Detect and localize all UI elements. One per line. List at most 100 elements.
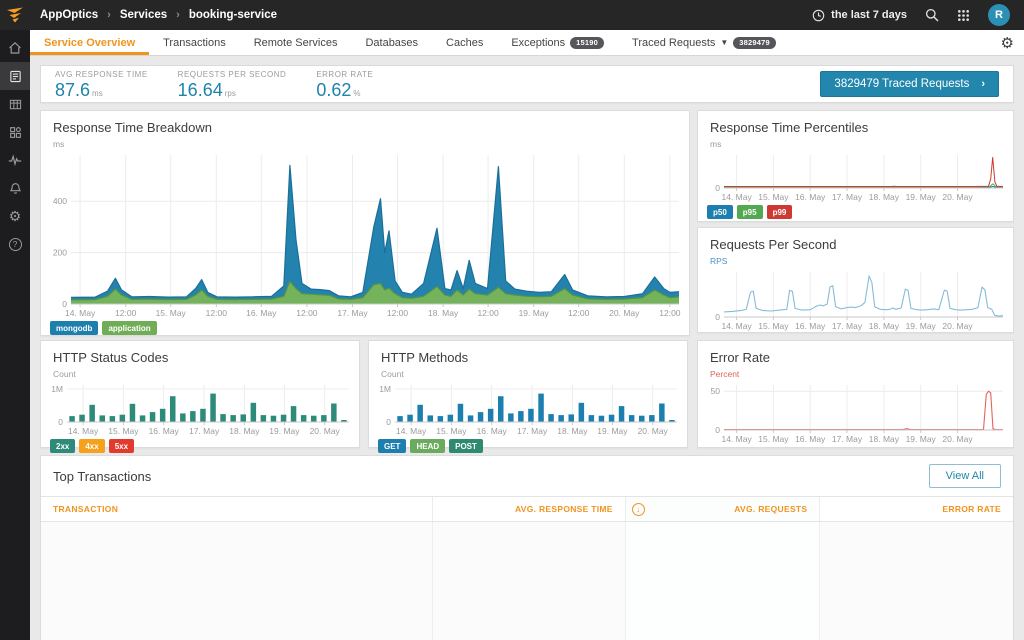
- chart-legend: mongodb application: [41, 318, 689, 338]
- home-icon: [8, 41, 22, 55]
- y-axis-unit-label: Count: [369, 365, 687, 379]
- svg-text:17. May: 17. May: [189, 426, 220, 436]
- tab-service-overview[interactable]: Service Overview: [30, 30, 149, 55]
- legend-badge-4xx[interactable]: 4xx: [79, 439, 104, 453]
- tab-label: Caches: [446, 37, 483, 49]
- legend-badge-p95[interactable]: p95: [737, 205, 763, 219]
- svg-text:12:00: 12:00: [115, 308, 137, 318]
- chevron-right-icon: ›: [981, 78, 985, 90]
- svg-text:16. May: 16. May: [795, 192, 826, 202]
- tab-traced-requests[interactable]: Traced Requests ▼ 3829479: [618, 30, 790, 55]
- svg-text:15. May: 15. May: [156, 308, 187, 318]
- legend-badge-GET[interactable]: GET: [378, 439, 406, 453]
- column-header-error-rate[interactable]: ERROR RATE: [819, 497, 1013, 521]
- stat-error-rate: ERROR RATE 0.62%: [316, 70, 373, 99]
- svg-text:17. May: 17. May: [832, 434, 863, 444]
- table-column-headers: TRANSACTION AVG. RESPONSE TIME ↓ AVG. RE…: [41, 496, 1013, 522]
- svg-text:20. May: 20. May: [609, 308, 640, 318]
- stat-value: 16.64rps: [178, 81, 287, 99]
- y-axis-unit-label: RPS: [698, 252, 1013, 266]
- sidebar-item-integrations[interactable]: [0, 118, 30, 146]
- legend-badge-2xx[interactable]: 2xx: [50, 439, 75, 453]
- legend-badge-mongodb[interactable]: mongodb: [50, 321, 98, 335]
- svg-text:15. May: 15. May: [758, 192, 789, 202]
- svg-text:0: 0: [386, 417, 391, 427]
- sidebar-item-alerts[interactable]: [0, 174, 30, 202]
- time-range-selector[interactable]: the last 7 days: [812, 9, 907, 22]
- http-methods-chart: 14. May15. May16. May17. May18. May19. M…: [369, 380, 687, 436]
- sidebar-item-home[interactable]: [0, 34, 30, 62]
- legend-badge-p99[interactable]: p99: [767, 205, 793, 219]
- svg-text:1M: 1M: [51, 384, 63, 394]
- breadcrumb-services[interactable]: Services: [120, 9, 167, 21]
- breadcrumb-current-service: booking-service: [189, 9, 277, 21]
- svg-text:15. May: 15. May: [108, 426, 139, 436]
- table-body: [41, 522, 1013, 640]
- svg-text:16. May: 16. May: [477, 426, 508, 436]
- svg-text:12:00: 12:00: [387, 308, 409, 318]
- sidebar-item-dashboards[interactable]: [0, 90, 30, 118]
- svg-text:12:00: 12:00: [206, 308, 228, 318]
- svg-text:18. May: 18. May: [869, 434, 900, 444]
- svg-text:12:00: 12:00: [659, 308, 681, 318]
- tab-remote-services[interactable]: Remote Services: [240, 30, 352, 55]
- legend-badge-5xx[interactable]: 5xx: [109, 439, 134, 453]
- svg-text:18. May: 18. May: [428, 308, 459, 318]
- stat-label: REQUESTS PER SECOND: [178, 70, 287, 79]
- svg-text:19. May: 19. May: [906, 321, 937, 331]
- sidebar-item-help[interactable]: ?: [0, 230, 30, 258]
- svg-text:17. May: 17. May: [832, 192, 863, 202]
- tab-exceptions[interactable]: Exceptions 15190: [497, 30, 618, 55]
- breadcrumb-appoptics[interactable]: AppOptics: [40, 9, 98, 21]
- tab-caches[interactable]: Caches: [432, 30, 497, 55]
- tab-label: Transactions: [163, 37, 226, 49]
- tab-label: Traced Requests: [632, 37, 715, 49]
- breadcrumb-separator: ›: [107, 9, 111, 21]
- chart-legend: p50 p95 p99: [698, 202, 1013, 222]
- stat-value: 0.62%: [316, 81, 373, 99]
- view-all-button[interactable]: View All: [929, 464, 1001, 488]
- user-avatar[interactable]: R: [988, 4, 1010, 26]
- svg-text:200: 200: [53, 248, 67, 258]
- service-tabs: Service Overview Transactions Remote Ser…: [30, 30, 1024, 56]
- services-icon: [9, 70, 22, 83]
- y-axis-unit-label: Percent: [698, 365, 1013, 379]
- svg-text:19. May: 19. May: [597, 426, 628, 436]
- tab-label: Remote Services: [254, 37, 338, 49]
- panel-http-status-codes: HTTP Status Codes Count 14. May15. May16…: [40, 340, 360, 448]
- legend-badge-application[interactable]: application: [102, 321, 156, 335]
- search-icon[interactable]: [925, 8, 939, 22]
- column-header-transaction[interactable]: TRANSACTION: [41, 497, 432, 521]
- traced-requests-button[interactable]: 3829479 Traced Requests ›: [820, 71, 999, 97]
- stat-label: AVG RESPONSE TIME: [55, 70, 148, 79]
- svg-text:400: 400: [53, 196, 67, 206]
- column-header-avg-requests[interactable]: ↓ AVG. REQUESTS: [625, 497, 820, 521]
- solarwinds-logo-icon[interactable]: [0, 0, 30, 30]
- pulse-icon: [8, 153, 22, 167]
- app-switcher-icon[interactable]: [957, 9, 970, 22]
- sort-descending-icon[interactable]: ↓: [632, 503, 645, 516]
- sidebar-item-metrics[interactable]: [0, 146, 30, 174]
- table-body-column-avg-requests: [625, 522, 820, 640]
- tab-databases[interactable]: Databases: [351, 30, 432, 55]
- sidebar-item-settings[interactable]: ⚙: [0, 202, 30, 230]
- legend-badge-p50[interactable]: p50: [707, 205, 733, 219]
- table-header: Top Transactions View All: [41, 456, 1013, 496]
- panel-title: Error Rate: [698, 341, 1013, 365]
- legend-badge-POST[interactable]: POST: [449, 439, 483, 453]
- svg-text:18. May: 18. May: [229, 426, 260, 436]
- tab-transactions[interactable]: Transactions: [149, 30, 240, 55]
- svg-text:50: 50: [711, 386, 721, 396]
- svg-text:18. May: 18. May: [869, 321, 900, 331]
- svg-text:19. May: 19. May: [269, 426, 300, 436]
- sidebar-item-services[interactable]: [0, 62, 30, 90]
- legend-badge-HEAD[interactable]: HEAD: [410, 439, 445, 453]
- column-header-label: AVG. REQUESTS: [734, 504, 807, 514]
- column-header-avg-response-time[interactable]: AVG. RESPONSE TIME: [432, 497, 625, 521]
- top-transactions-card: Top Transactions View All TRANSACTION AV…: [40, 455, 1014, 640]
- dashboard-settings-gear-icon[interactable]: ⚙: [1001, 30, 1024, 55]
- bell-icon: [9, 182, 22, 195]
- svg-text:20. May: 20. May: [942, 434, 973, 444]
- svg-text:0: 0: [715, 183, 720, 193]
- svg-text:20. May: 20. May: [942, 192, 973, 202]
